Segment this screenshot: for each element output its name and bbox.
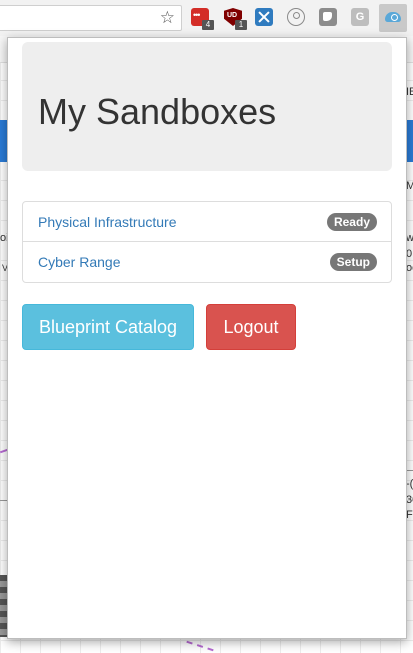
background-text: 30 (406, 494, 413, 506)
cloud-icon (385, 12, 401, 22)
background-dashed-link (186, 640, 214, 652)
sandbox-name[interactable]: Cyber Range (38, 254, 121, 270)
sandbox-name[interactable]: Physical Infrastructure (38, 214, 177, 230)
logout-button[interactable]: Logout (206, 304, 296, 350)
browser-toolbar: ☆ 4 UD 1 G (0, 0, 413, 36)
extension-badge: 4 (202, 20, 214, 30)
lastpass-extension-icon[interactable]: 4 (191, 8, 214, 30)
background-text: IE (406, 86, 413, 98)
header-panel: My Sandboxes (22, 42, 392, 171)
bookmark-star-icon[interactable]: ☆ (160, 8, 175, 28)
background-text: oo (406, 262, 413, 274)
extension-label: UD (227, 12, 238, 19)
ublock-extension-icon[interactable]: UD 1 (224, 8, 247, 30)
extension-badge: 1 (235, 20, 247, 30)
sandboxes-popup: My Sandboxes Physical Infrastructure Rea… (7, 37, 407, 639)
background-text: w (406, 232, 413, 244)
background-text: M (406, 180, 413, 192)
sandbox-item-physical-infrastructure[interactable]: Physical Infrastructure Ready (23, 202, 391, 242)
status-badge: Setup (329, 253, 377, 271)
note-extension-icon[interactable] (319, 8, 337, 26)
search-extension-icon[interactable] (287, 8, 305, 26)
blueprint-catalog-button[interactable]: Blueprint Catalog (22, 304, 194, 350)
g-extension-icon[interactable]: G (351, 8, 369, 26)
sandbox-item-cyber-range[interactable]: Cyber Range Setup (23, 242, 391, 282)
page-title: My Sandboxes (38, 91, 277, 132)
background-text: -( (406, 478, 413, 490)
background-text: 0. (406, 248, 413, 260)
address-bar[interactable]: ☆ (0, 5, 182, 31)
x-extension-icon[interactable] (255, 8, 273, 26)
background-connector (406, 470, 413, 471)
status-badge: Ready (326, 213, 377, 231)
sandbox-list: Physical Infrastructure Ready Cyber Rang… (22, 201, 392, 283)
sandbox-extension-button[interactable] (379, 4, 407, 32)
background-text: Fi (406, 509, 413, 521)
